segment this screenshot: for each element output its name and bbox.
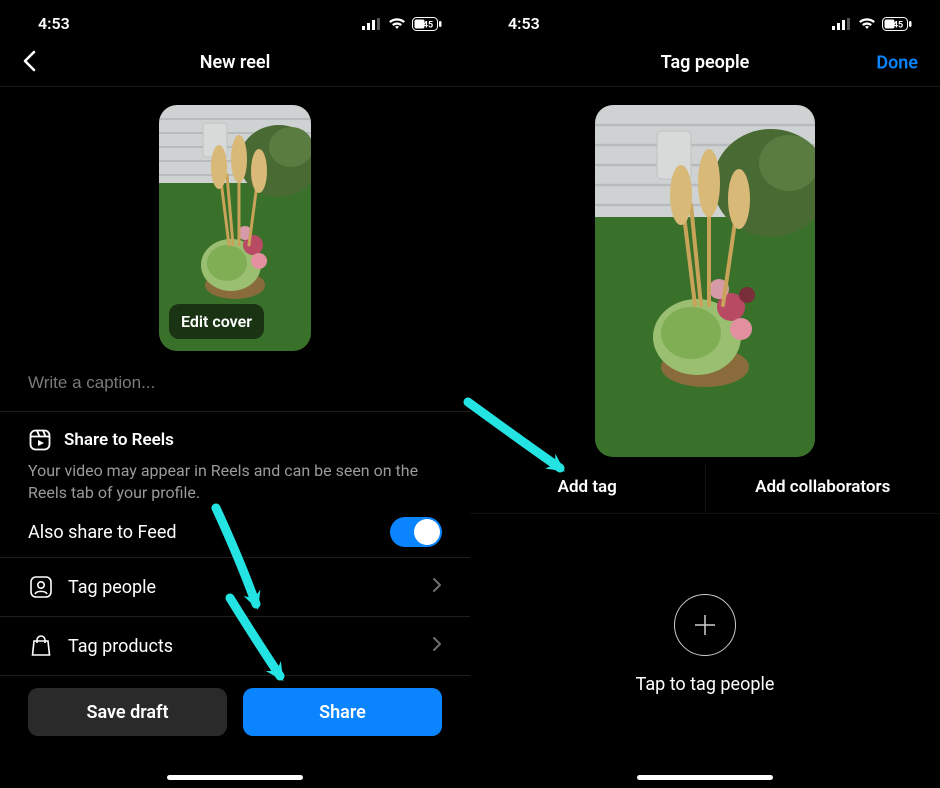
home-indicator[interactable] [637, 775, 773, 780]
reel-cover-thumbnail[interactable]: Edit cover [159, 105, 311, 351]
save-draft-button[interactable]: Save draft [28, 688, 227, 736]
share-to-reels-section: Share to Reels Your video may appear in … [0, 412, 470, 557]
tag-people-row[interactable]: Tag people [0, 558, 470, 616]
status-icons: 45 [362, 17, 442, 31]
home-indicator[interactable] [167, 775, 303, 780]
signal-icon [832, 18, 852, 30]
reels-icon [28, 428, 52, 452]
also-share-feed-toggle[interactable] [390, 517, 442, 547]
battery-icon: 45 [412, 17, 442, 31]
share-button[interactable]: Share [243, 688, 442, 736]
wifi-icon [388, 17, 406, 30]
status-icons: 45 [832, 17, 912, 31]
bottom-button-row: Save draft Share [0, 676, 470, 736]
segmented-row: Add tag Add collaborators [470, 463, 940, 514]
page-title: Tag people [470, 52, 940, 73]
nav-header: New reel [0, 39, 470, 87]
done-button[interactable]: Done [876, 52, 918, 73]
person-tag-icon [28, 574, 54, 600]
plus-icon [691, 611, 719, 639]
add-tag-plus-button[interactable] [674, 594, 736, 656]
tap-to-tag-label: Tap to tag people [636, 674, 775, 695]
chevron-left-icon [22, 50, 36, 72]
add-collaborators-button[interactable]: Add collaborators [705, 463, 940, 513]
caption-input[interactable] [28, 373, 442, 393]
phone-new-reel: 4:53 45 New reel [0, 0, 470, 788]
svg-text:45: 45 [893, 20, 903, 30]
preview-image [595, 105, 815, 457]
status-time: 4:53 [38, 14, 70, 33]
wifi-icon [858, 17, 876, 30]
caption-area [0, 351, 470, 411]
tag-people-label: Tag people [68, 577, 418, 598]
also-share-feed-label: Also share to Feed [28, 522, 177, 543]
reel-cover-area: Edit cover [0, 105, 470, 351]
nav-header: Tag people Done [470, 39, 940, 87]
tap-to-tag-area: Tap to tag people [470, 594, 940, 695]
battery-icon: 45 [882, 17, 912, 31]
status-bar: 4:53 45 [0, 0, 470, 39]
signal-icon [362, 18, 382, 30]
shopping-bag-icon [28, 633, 54, 659]
tag-preview-image[interactable] [595, 105, 815, 457]
back-button[interactable] [22, 50, 36, 76]
add-tag-button[interactable]: Add tag [470, 463, 705, 513]
share-to-reels-heading: Share to Reels [64, 430, 174, 450]
tag-products-row[interactable]: Tag products [0, 617, 470, 675]
svg-text:45: 45 [423, 20, 433, 30]
status-bar: 4:53 45 [470, 0, 940, 39]
chevron-right-icon [432, 577, 442, 597]
tag-preview-area [470, 105, 940, 457]
status-time: 4:53 [508, 14, 540, 33]
edit-cover-button[interactable]: Edit cover [169, 304, 264, 339]
phone-tag-people: 4:53 45 Tag people Done [470, 0, 940, 788]
chevron-right-icon [432, 636, 442, 656]
share-to-reels-description: Your video may appear in Reels and can b… [28, 460, 442, 503]
tag-products-label: Tag products [68, 636, 418, 657]
page-title: New reel [0, 52, 470, 73]
